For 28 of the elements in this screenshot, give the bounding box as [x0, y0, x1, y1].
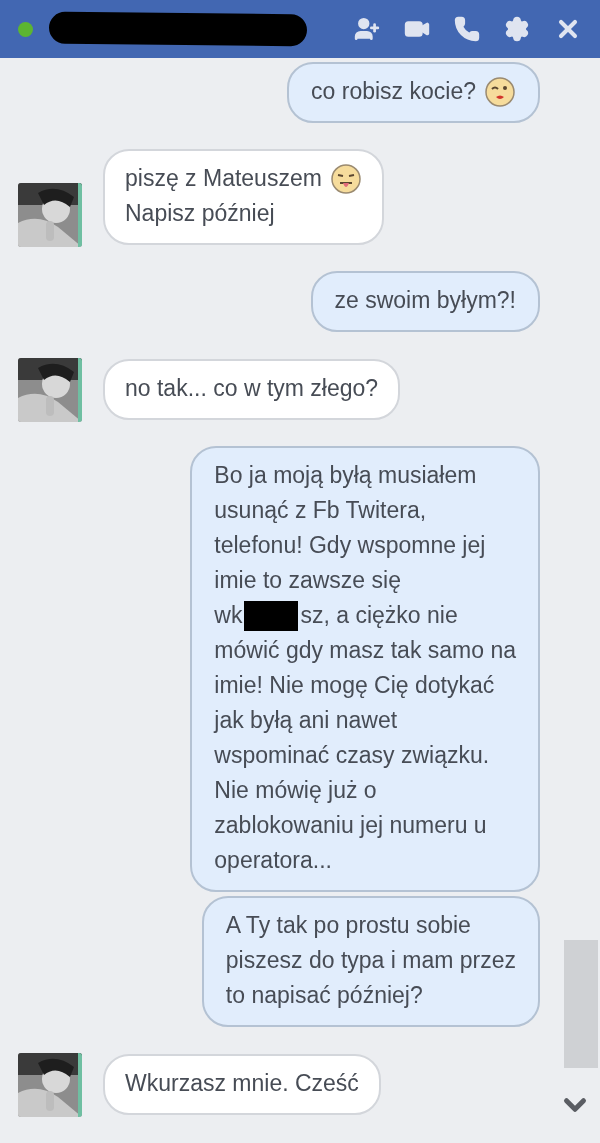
scrollbar-thumb[interactable]: [564, 940, 598, 1068]
message-text: Nie mówię już o: [214, 776, 377, 805]
kiss-emoji-icon: [484, 75, 516, 108]
message-text: co robisz kocie?: [311, 77, 476, 106]
message-text: Napisz później: [125, 199, 275, 228]
phone-icon[interactable]: [454, 16, 480, 42]
message-text: sz, a ciężko nie: [300, 601, 458, 630]
message-text: operatora...: [214, 846, 332, 875]
message-text: ze swoim byłym?!: [334, 286, 516, 315]
redaction-mark: [244, 600, 299, 631]
message-text: mówić gdy masz tak samo na: [214, 636, 516, 665]
message-text: piszę z Mateuszem: [125, 164, 322, 193]
message-text: Bo ja moją byłą musiałem: [214, 461, 477, 490]
message-text: wk: [214, 601, 243, 630]
message-text: usunąć z Fb Twitera,: [214, 496, 427, 525]
message-text: telefonu! Gdy wspomne jej: [214, 531, 486, 560]
add-person-icon[interactable]: [354, 16, 380, 42]
message-text: zablokowaniu jej numeru u: [214, 811, 487, 840]
message-text: A Ty tak po prostu sobie: [225, 911, 471, 940]
message-text: Wkurzasz mnie. Cześć: [125, 1069, 359, 1098]
message-text: wspominać czasy związku.: [214, 741, 490, 770]
message-text: jak byłą ani nawet: [214, 706, 398, 735]
message-text: imie to zawsze się: [214, 566, 401, 595]
message-text: piszesz do typa i mam przez: [225, 946, 516, 975]
message-text: to napisać później?: [225, 981, 423, 1010]
message-text: imie! Nie mogę Cię dotykać: [214, 671, 495, 700]
message-text: no tak... co w tym złego?: [125, 374, 379, 403]
tongue-emoji-icon: [329, 162, 362, 195]
